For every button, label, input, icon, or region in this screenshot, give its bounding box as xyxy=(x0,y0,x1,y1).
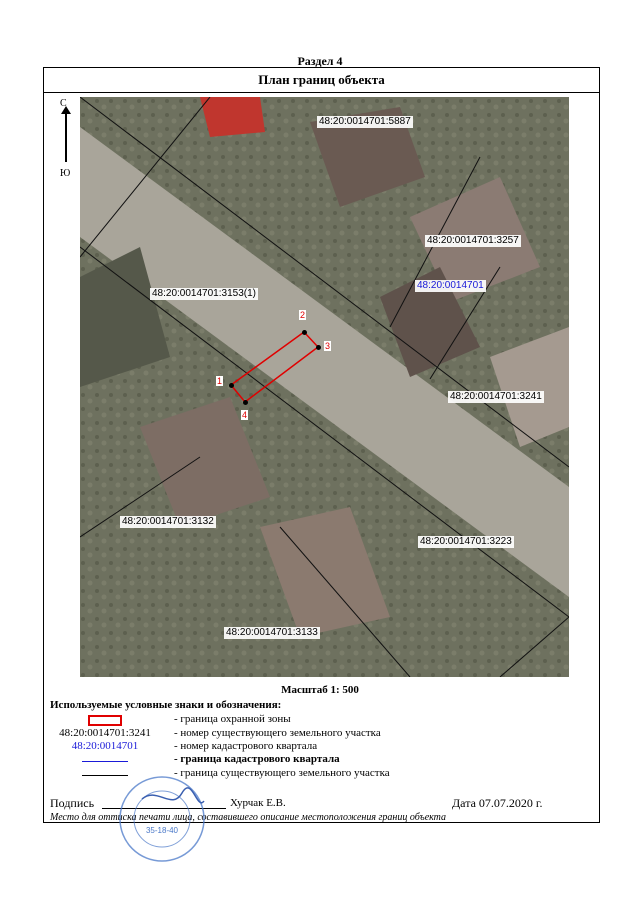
aerial-map: 48:20:0014701:5887 48:20:0014701:3257 48… xyxy=(80,97,569,677)
parcel-label: 48:20:0014701:3241 xyxy=(448,391,544,403)
quarter-label: 48:20:0014701 xyxy=(415,280,486,292)
legend-text: - номер существующего земельного участка xyxy=(174,727,381,739)
point-label-1: 1 xyxy=(216,376,224,386)
legend-title: Используемые условные знаки и обозначени… xyxy=(50,699,282,711)
parcel-label: 48:20:0014701:3153(1) xyxy=(150,288,258,300)
legend-text: - номер кадастрового квартала xyxy=(174,740,318,752)
legend-row-zone: - граница охранной зоны xyxy=(0,713,640,727)
roof-red xyxy=(200,97,265,137)
point-label-4: 4 xyxy=(241,410,249,420)
point-label-3: 3 xyxy=(324,341,332,351)
legend-text: - граница охранной зоны xyxy=(174,713,291,725)
north-arrow: С Ю xyxy=(54,98,76,188)
legend-row-parcel-boundary: - граница существующего земельного участ… xyxy=(0,767,640,781)
map-scale: Масштаб 1: 500 xyxy=(281,684,359,696)
legend-symbol-parcel: 48:20:0014701:3241 xyxy=(59,727,151,739)
legend-row-parcel-number: 48:20:0014701:3241 - номер существующего… xyxy=(0,727,640,741)
blue-line-icon xyxy=(82,761,128,762)
stamp-number: 35-18-40 xyxy=(146,826,179,835)
parcel-label: 48:20:0014701:5887 xyxy=(317,116,413,128)
point-label-2: 2 xyxy=(299,310,307,320)
map-graphic xyxy=(80,97,569,677)
legend-symbol-blue-line xyxy=(50,753,160,765)
signatory-name: Хурчак Е.В. xyxy=(230,797,286,809)
north-arrow-icon xyxy=(61,106,71,162)
parcel-label: 48:20:0014701:3132 xyxy=(120,516,216,528)
parcel-label: 48:20:0014701:3223 xyxy=(418,536,514,548)
compass-south-label: Ю xyxy=(60,168,71,179)
boundary-point xyxy=(243,400,248,405)
red-rect-icon xyxy=(88,715,122,726)
plan-title: План границ объекта xyxy=(44,68,599,93)
boundary-point xyxy=(229,383,234,388)
legend-row-quarter-boundary: - граница кадастрового квартала xyxy=(0,753,640,767)
parcel-label: 48:20:0014701:3133 xyxy=(224,627,320,639)
legend-symbol-quarter: 48:20:0014701 xyxy=(71,740,139,752)
parcel-label: 48:20:0014701:3257 xyxy=(425,235,521,247)
boundary-point xyxy=(302,330,307,335)
legend-row-quarter-number: 48:20:0014701 - номер кадастрового кварт… xyxy=(0,740,640,754)
boundary-point xyxy=(316,345,321,350)
seal-stamp: 35-18-40 xyxy=(119,776,205,862)
signature-label: Подпись xyxy=(50,796,95,810)
stamp-place-note: Место для оттиска печати лица, составивш… xyxy=(50,812,447,823)
document-date: Дата 07.07.2020 г. xyxy=(452,796,543,810)
legend-text: - граница кадастрового квартала xyxy=(174,753,340,765)
signature-scribble xyxy=(141,787,205,804)
